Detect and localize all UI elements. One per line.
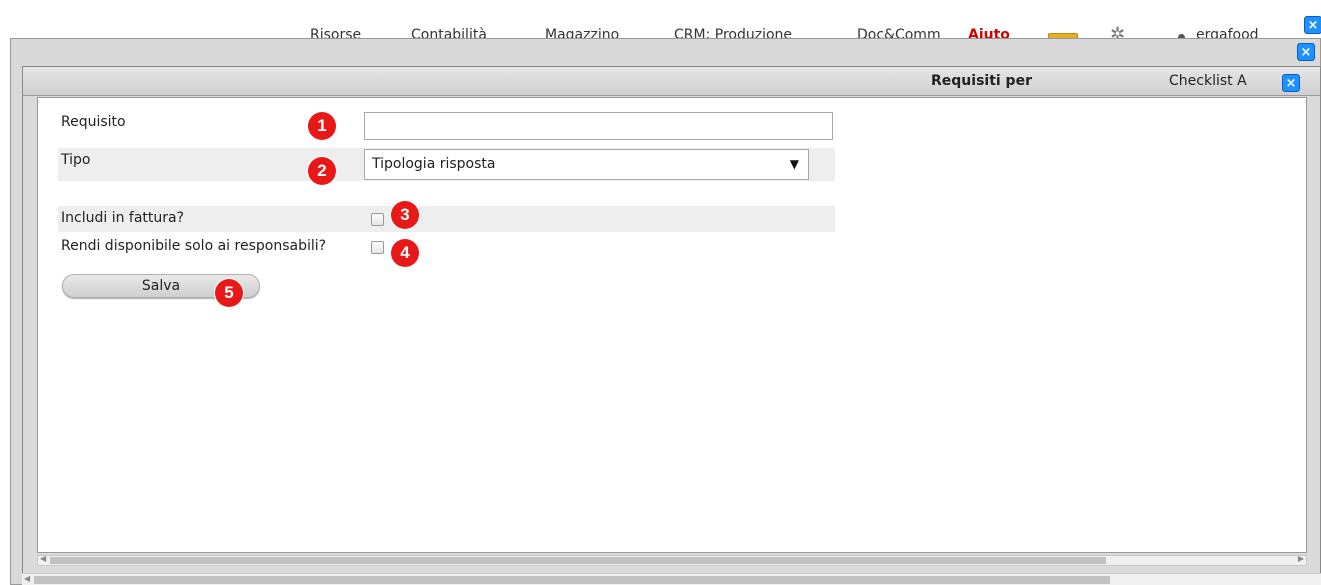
fattura-checkbox[interactable]: [371, 213, 384, 226]
annotation-badge-3: 3: [391, 201, 419, 229]
page-scrollbar-thumb[interactable]: [34, 576, 1110, 584]
page-horizontal-scrollbar[interactable]: ◀: [22, 573, 1321, 585]
scrollbar-thumb[interactable]: [50, 557, 1106, 564]
dialog-close-icon[interactable]: ×: [1282, 74, 1300, 92]
requisito-input[interactable]: [364, 112, 833, 140]
dialog-content: Requisito Tipo Tipologia risposta ▼ Incl…: [37, 97, 1307, 553]
annotation-badge-2: 2: [308, 157, 336, 185]
fattura-row: Includi in fattura?: [58, 206, 835, 232]
annotation-badge-5: 5: [215, 279, 243, 307]
responsabili-checkbox[interactable]: [371, 241, 384, 254]
dialog-horizontal-scrollbar[interactable]: ◀ ▶: [37, 554, 1307, 566]
requisito-label: Requisito: [61, 114, 126, 130]
dropdown-arrow-icon: ▼: [789, 157, 799, 171]
dialog-subtitle: Checklist A: [1169, 73, 1247, 89]
page-scroll-left-arrow-icon[interactable]: ◀: [24, 574, 30, 583]
scroll-left-arrow-icon[interactable]: ◀: [40, 554, 46, 563]
scroll-right-arrow-icon[interactable]: ▶: [1298, 554, 1304, 563]
responsabili-label: Rendi disponibile solo ai responsabili?: [61, 238, 327, 254]
tipo-select[interactable]: Tipologia risposta ▼: [364, 149, 809, 180]
annotation-badge-1: 1: [308, 112, 336, 140]
annotation-badge-4: 4: [391, 239, 419, 267]
dialog-title: Requisiti per: [931, 73, 1032, 89]
tipo-label: Tipo: [61, 152, 91, 168]
tipo-selected-value: Tipologia risposta: [372, 156, 496, 172]
fattura-label: Includi in fattura?: [61, 210, 185, 226]
dialog-title-bar[interactable]: Requisiti per Checklist A: [23, 67, 1320, 96]
requisiti-dialog: Requisiti per Checklist A × Requisito Ti…: [22, 66, 1321, 585]
close-icon[interactable]: ×: [1304, 16, 1321, 34]
outer-close-icon[interactable]: ×: [1297, 43, 1315, 61]
responsabili-row: Rendi disponibile solo ai responsabili?: [58, 234, 835, 260]
top-navigation: Risorse Contabilità Magazzino CRM; Produ…: [0, 0, 1321, 40]
